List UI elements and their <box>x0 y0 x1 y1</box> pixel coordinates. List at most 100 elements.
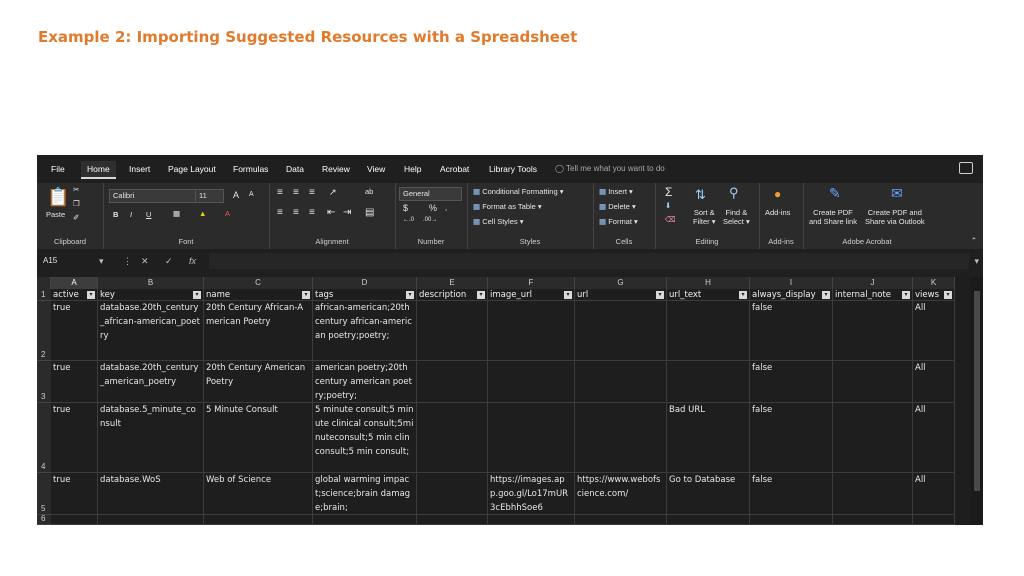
clear-icon[interactable]: ⌫ <box>665 215 676 224</box>
header-cell-name[interactable]: name ▾ <box>204 289 313 301</box>
column-header-f[interactable]: F <box>488 277 575 289</box>
fill-icon[interactable]: ⬇ <box>665 201 671 210</box>
column-header-k[interactable]: K <box>913 277 955 289</box>
font-name-select[interactable]: Calibri <box>109 189 196 203</box>
menu-insert[interactable]: Insert <box>123 161 156 177</box>
table-cell[interactable] <box>750 515 833 525</box>
select-all-corner[interactable] <box>37 277 51 289</box>
create-pdf-link-icon[interactable]: ✎ <box>829 185 841 202</box>
vertical-scrollbar[interactable] <box>971 277 983 525</box>
middle-align-icon[interactable]: ≡ <box>293 187 299 198</box>
cancel-icon[interactable]: ✕ <box>141 254 149 268</box>
menu-review[interactable]: Review <box>316 161 356 177</box>
table-cell[interactable]: african-american;20th century african-am… <box>313 301 417 361</box>
conditional-formatting-button[interactable]: ▦ Conditional Formatting ▾ <box>473 187 564 196</box>
bottom-align-icon[interactable]: ≡ <box>309 187 315 198</box>
name-box-dropdown-icon[interactable]: ▾ <box>99 254 104 268</box>
row-header-2[interactable]: 2 <box>37 301 51 361</box>
table-cell[interactable]: american poetry;20th century american po… <box>313 361 417 403</box>
column-header-g[interactable]: G <box>575 277 667 289</box>
font-color-icon[interactable]: A <box>225 209 230 218</box>
table-cell[interactable] <box>98 515 204 525</box>
menu-acrobat[interactable]: Acrobat <box>434 161 475 177</box>
header-cell-url[interactable]: url ▾ <box>575 289 667 301</box>
bold-button[interactable]: B <box>113 210 118 219</box>
format-cells-button[interactable]: ▦ Format ▾ <box>599 217 638 226</box>
decrease-decimal-icon[interactable]: .00→ <box>423 217 437 223</box>
table-cell[interactable]: database.20th_century_african-american_p… <box>98 301 204 361</box>
font-size-select[interactable]: 11 <box>195 189 224 203</box>
table-cell[interactable]: database.WoS <box>98 473 204 515</box>
header-cell-tags[interactable]: tags ▾ <box>313 289 417 301</box>
column-header-a[interactable]: A <box>51 277 98 289</box>
filter-dropdown-icon[interactable]: ▾ <box>477 291 485 299</box>
create-pdf-share-link-button[interactable]: Create PDF and Share link <box>809 208 857 226</box>
table-cell[interactable]: global warming impact;science;brain dama… <box>313 473 417 515</box>
table-cell[interactable] <box>913 515 955 525</box>
column-header-b[interactable]: B <box>98 277 204 289</box>
header-cell-views[interactable]: views ▾ <box>913 289 955 301</box>
formula-input[interactable] <box>209 253 969 269</box>
format-as-table-button[interactable]: ▦ Format as Table ▾ <box>473 202 542 211</box>
table-cell[interactable] <box>417 515 488 525</box>
table-cell[interactable] <box>667 301 750 361</box>
filter-dropdown-icon[interactable]: ▾ <box>193 291 201 299</box>
currency-button[interactable]: $ <box>403 203 408 213</box>
table-cell[interactable]: 5 Minute Consult <box>204 403 313 473</box>
fill-color-icon[interactable]: ▲ <box>199 209 206 218</box>
increase-indent-icon[interactable]: ⇥ <box>343 207 351 218</box>
table-cell[interactable] <box>833 473 913 515</box>
table-cell[interactable]: Bad URL <box>667 403 750 473</box>
table-cell[interactable]: false <box>750 361 833 403</box>
menu-data[interactable]: Data <box>280 161 310 177</box>
table-cell[interactable]: 5 minute consult;5 minute clinical consu… <box>313 403 417 473</box>
align-right-icon[interactable]: ≡ <box>309 207 315 218</box>
worksheet-grid[interactable]: A B C D E F G H I J K 1 2 3 4 5 6 active ▾ key ▾ name ▾ tags ▾ de… <box>37 277 983 525</box>
header-cell-always-display[interactable]: always_display ▾ <box>750 289 833 301</box>
cell-styles-button[interactable]: ▦ Cell Styles ▾ <box>473 217 523 226</box>
table-cell[interactable]: database.5_minute_consult <box>98 403 204 473</box>
increase-decimal-icon[interactable]: ←.0 <box>403 217 414 223</box>
menu-library-tools[interactable]: Library Tools <box>483 161 543 177</box>
header-cell-image-url[interactable]: image_url ▾ <box>488 289 575 301</box>
addins-icon[interactable]: ● <box>774 187 781 201</box>
menu-view[interactable]: View <box>361 161 391 177</box>
table-cell[interactable]: true <box>51 403 98 473</box>
table-cell[interactable] <box>204 515 313 525</box>
wrap-text-icon[interactable]: ab <box>365 187 373 196</box>
shrink-font-button[interactable]: A <box>249 191 254 198</box>
table-cell[interactable] <box>488 515 575 525</box>
table-cell[interactable]: All <box>913 361 955 403</box>
table-cell[interactable] <box>575 301 667 361</box>
table-cell[interactable]: database.20th_century_american_poetry <box>98 361 204 403</box>
filter-dropdown-icon[interactable]: ▾ <box>944 291 952 299</box>
menu-home[interactable]: Home <box>81 161 116 179</box>
enter-icon[interactable]: ✓ <box>165 254 173 268</box>
filter-dropdown-icon[interactable]: ▾ <box>564 291 572 299</box>
comma-icon[interactable]: , <box>445 203 447 212</box>
table-cell[interactable]: Go to Database <box>667 473 750 515</box>
row-header-5[interactable]: 5 <box>37 473 51 515</box>
table-cell[interactable] <box>488 403 575 473</box>
menu-formulas[interactable]: Formulas <box>227 161 274 177</box>
table-cell[interactable]: https://images.app.goo.gl/Lo17mUR3cEbhhS… <box>488 473 575 515</box>
table-cell[interactable] <box>575 515 667 525</box>
table-cell[interactable]: All <box>913 473 955 515</box>
number-format-select[interactable]: General <box>399 187 462 201</box>
tell-me-search[interactable]: ◯ Tell me what you want to do <box>555 161 665 177</box>
row-header-1[interactable]: 1 <box>37 289 51 301</box>
table-cell[interactable]: https://www.webofscience.com/ <box>575 473 667 515</box>
column-header-h[interactable]: H <box>667 277 750 289</box>
table-cell[interactable]: Web of Science <box>204 473 313 515</box>
table-cell[interactable] <box>833 515 913 525</box>
italic-button[interactable]: I <box>130 210 132 219</box>
table-cell[interactable] <box>313 515 417 525</box>
scrollbar-thumb[interactable] <box>974 291 980 491</box>
create-pdf-outlook-icon[interactable]: ✉ <box>891 185 903 202</box>
comments-icon[interactable] <box>959 162 973 174</box>
header-cell-active[interactable]: active ▾ <box>51 289 98 301</box>
table-cell[interactable] <box>667 515 750 525</box>
column-header-c[interactable]: C <box>204 277 313 289</box>
table-cell[interactable] <box>833 301 913 361</box>
top-align-icon[interactable]: ≡ <box>277 187 283 198</box>
